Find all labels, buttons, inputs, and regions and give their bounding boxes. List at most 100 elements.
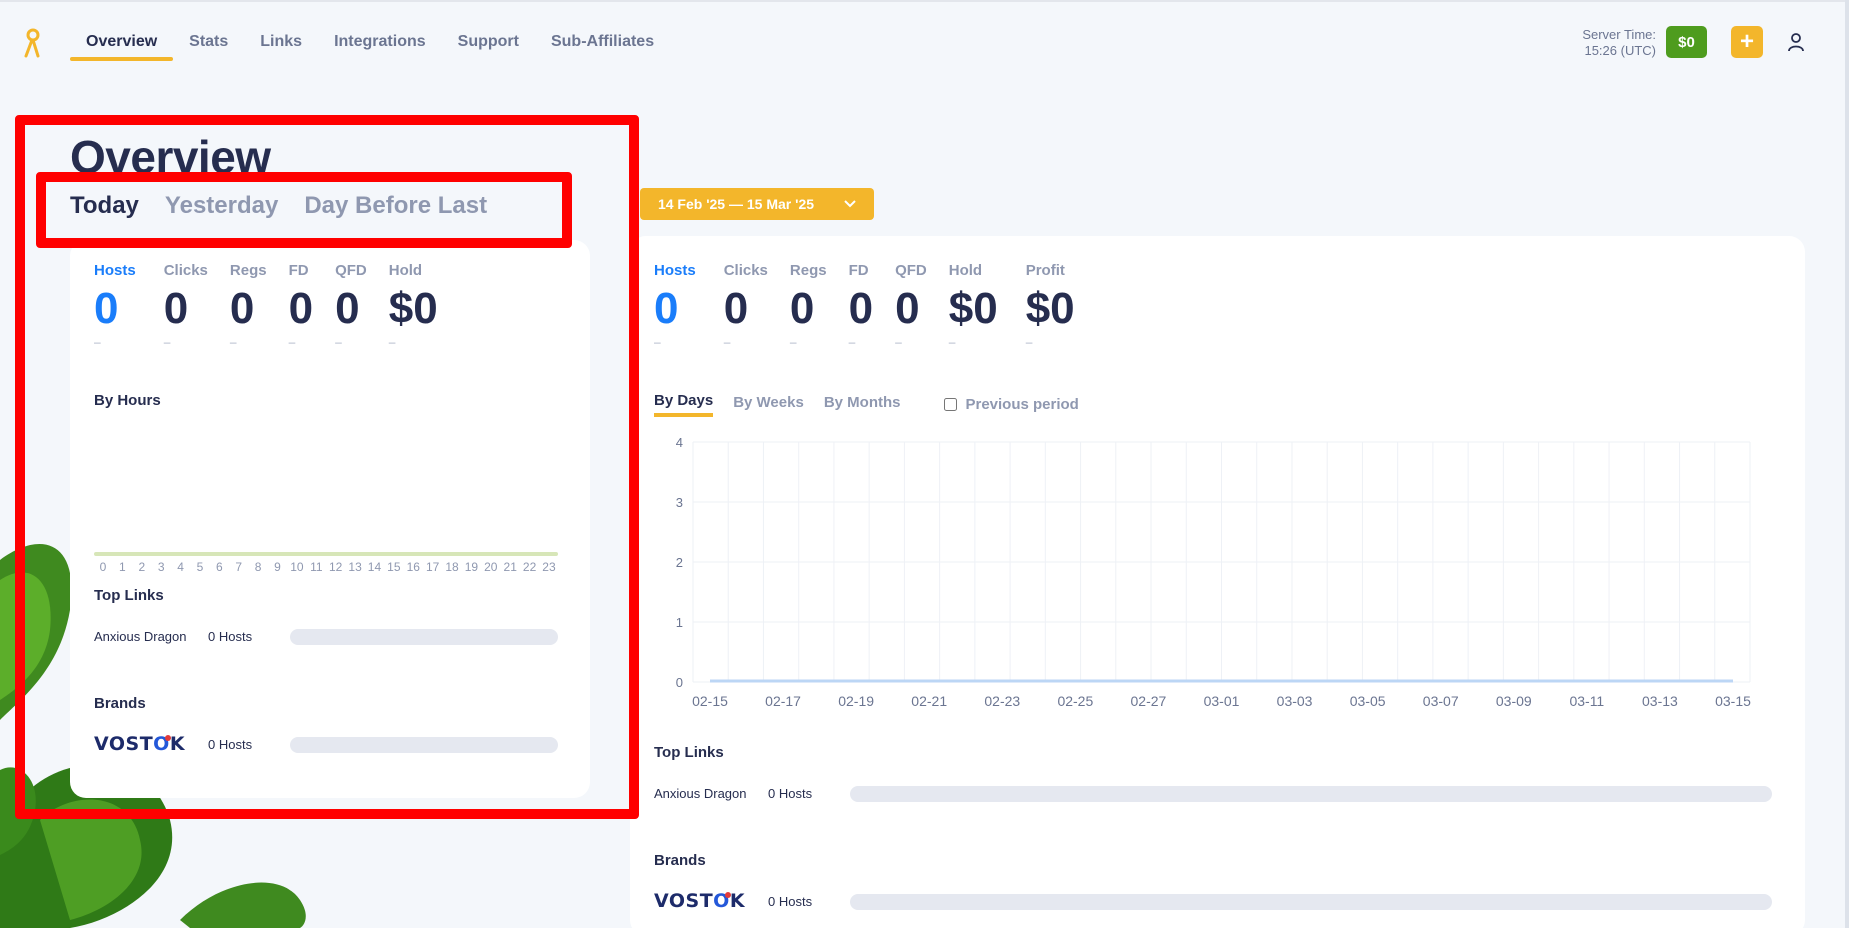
metric-regs[interactable]: Regs 0 – [230, 262, 267, 349]
previous-period-label: Previous period [965, 396, 1079, 413]
period-tabs: Today Yesterday Day Before Last [70, 192, 487, 220]
hour-tick-label: 0 [99, 560, 107, 574]
metric-value: 0 [654, 284, 679, 333]
date-range-picker[interactable]: 14 Feb '25 — 15 Mar '25 [640, 188, 874, 220]
x-tick-label: 02-19 [838, 693, 874, 709]
x-tick-label: 02-23 [984, 693, 1020, 709]
metric-change: – [723, 335, 731, 349]
tab-by-months[interactable]: By Months [824, 394, 901, 415]
range-metric-fd[interactable]: FD 0 – [849, 262, 873, 349]
nav-stats[interactable]: Stats [173, 30, 244, 61]
metric-fd[interactable]: FD 0 – [289, 262, 313, 349]
x-tick-label: 02-25 [1057, 693, 1093, 709]
tab-day-before-last[interactable]: Day Before Last [304, 192, 487, 220]
today-top-link-name[interactable]: Anxious Dragon [94, 629, 187, 644]
balance-button[interactable]: $0 [1666, 26, 1707, 58]
today-brand-logo: VOSTOK [94, 733, 186, 755]
x-tick-label: 03-05 [1350, 693, 1386, 709]
metric-value: 0 [94, 284, 119, 333]
hour-tick-label: 13 [348, 560, 362, 574]
metric-qfd[interactable]: QFD 0 – [335, 262, 367, 349]
hour-tick-label: 20 [484, 560, 498, 574]
x-tick-label: 03-07 [1423, 693, 1459, 709]
hour-tick-label: 3 [157, 560, 165, 574]
nav-support[interactable]: Support [442, 30, 535, 61]
metric-change: – [388, 335, 396, 349]
metric-label: Hold [948, 262, 983, 279]
metric-label: Hosts [654, 262, 696, 279]
tab-yesterday[interactable]: Yesterday [165, 192, 278, 220]
x-tick-label: 03-03 [1277, 693, 1313, 709]
range-metric-hosts[interactable]: Hosts 0 – [654, 262, 696, 349]
hour-tick-label: 21 [503, 560, 517, 574]
metric-value: 0 [229, 284, 255, 333]
metric-label: QFD [335, 262, 367, 279]
x-tick-label: 03-13 [1642, 693, 1678, 709]
date-range-label: 14 Feb '25 — 15 Mar '25 [657, 196, 815, 212]
page-title: Overview [70, 131, 271, 183]
metric-clicks[interactable]: Clicks 0 – [164, 262, 208, 349]
y-tick-label: 2 [676, 555, 683, 570]
x-tick-label: 03-09 [1496, 693, 1532, 709]
range-brand-bar [850, 894, 1772, 910]
metric-label: Clicks [163, 262, 208, 279]
metric-value: $0 [388, 284, 438, 333]
tab-today[interactable]: Today [70, 192, 139, 220]
tab-by-weeks[interactable]: By Weeks [733, 394, 804, 415]
nav-integrations[interactable]: Integrations [318, 30, 442, 61]
add-button[interactable]: + [1731, 26, 1763, 58]
metric-value: 0 [895, 284, 920, 333]
nav-sub-affiliates[interactable]: Sub-Affiliates [535, 30, 670, 61]
range-brand-logo: VOSTOK [654, 890, 746, 912]
hour-tick-label: 22 [522, 560, 537, 574]
previous-period-toggle[interactable]: Previous period [944, 396, 1079, 413]
brand-logo-icon[interactable] [20, 28, 44, 58]
metric-label: QFD [895, 262, 927, 279]
metric-label: FD [848, 262, 869, 279]
range-top-link-name[interactable]: Anxious Dragon [654, 786, 747, 801]
nav-overview[interactable]: Overview [70, 30, 174, 61]
previous-period-checkbox[interactable] [944, 398, 958, 411]
today-brands-title: Brands [94, 695, 146, 712]
hour-tick-label: 9 [274, 560, 281, 574]
x-tick-label: 03-11 [1569, 693, 1604, 709]
hour-tick-label: 10 [290, 560, 304, 574]
today-brand-hosts: 0 Hosts [208, 737, 253, 752]
hour-tick-label: 1 [119, 560, 126, 574]
metric-value: 0 [789, 284, 815, 333]
metric-value: 0 [723, 284, 749, 333]
main-nav: Overview Stats Links Integrations Suppor… [70, 30, 670, 61]
page-scrollbar[interactable] [1845, 0, 1849, 928]
metric-value: 0 [288, 284, 314, 333]
range-metric-regs[interactable]: Regs 0 – [790, 262, 827, 349]
x-tick-label: 02-27 [1131, 693, 1167, 709]
range-metric-clicks[interactable]: Clicks 0 – [724, 262, 768, 349]
nav-links[interactable]: Links [244, 30, 318, 61]
hour-tick-label: 17 [425, 560, 440, 574]
metric-hold[interactable]: Hold $0 – [389, 262, 438, 349]
grouping-tabs: By Days By Weeks By Months Previous peri… [654, 392, 1079, 417]
hour-tick-label: 2 [138, 560, 146, 574]
metric-value: 0 [848, 284, 874, 333]
tab-by-days[interactable]: By Days [654, 392, 714, 417]
metric-change: – [229, 335, 237, 349]
metric-label: FD [288, 262, 309, 279]
metric-value: 0 [335, 284, 360, 333]
metric-change: – [94, 335, 101, 349]
user-icon[interactable] [1787, 32, 1805, 52]
range-metric-profit[interactable]: Profit $0 – [1026, 262, 1075, 349]
hour-tick-label: 16 [406, 560, 420, 574]
range-metric-hold[interactable]: Hold $0 – [949, 262, 998, 349]
hour-tick-label: 4 [177, 560, 184, 574]
metric-label: Clicks [723, 262, 768, 279]
today-brand-bar [290, 737, 558, 753]
range-metric-qfd[interactable]: QFD 0 – [895, 262, 927, 349]
y-tick-label: 4 [676, 435, 683, 450]
range-brands-title: Brands [654, 852, 706, 869]
metric-hosts[interactable]: Hosts 0 – [94, 262, 136, 349]
metric-label: Profit [1025, 262, 1065, 279]
today-top-links-title: Top Links [94, 587, 164, 604]
server-time-value: 15:26 (UTC) [1584, 43, 1656, 58]
hour-tick-label: 11 [310, 560, 323, 574]
hour-tick-label: 12 [329, 560, 343, 574]
